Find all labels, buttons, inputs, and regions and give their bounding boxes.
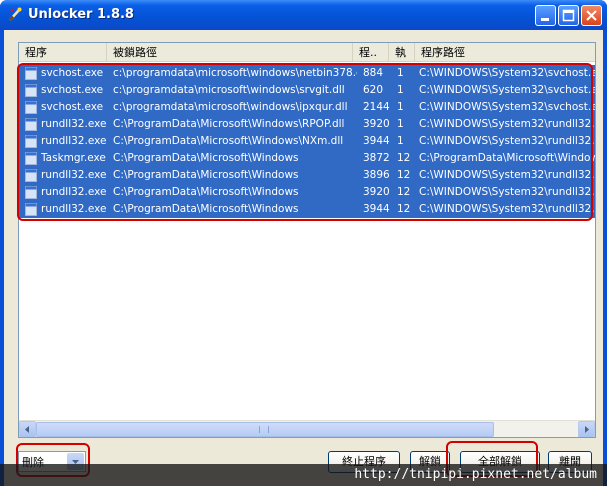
process-name: svchost.exe [41,84,104,96]
locked-path: C:\ProgramData\Microsoft\Windows\RPOP.dl… [113,118,345,130]
session-id: 1 [397,118,404,130]
close-icon [586,10,597,21]
list-header: 程序 被鎖路徑 程.. 執 程序路徑 [19,43,595,62]
session-id: 1 [397,67,404,79]
file-icon [25,169,37,182]
table-row[interactable]: svchost.exe c:\programdata\microsoft\wind… [19,65,595,82]
file-icon [25,67,37,80]
file-icon [25,186,37,199]
process-path: C:\WINDOWS\System32\rundll32.exe [419,118,596,130]
process-path: C:\WINDOWS\System32\rundll32.exe [419,135,596,147]
process-name: rundll32.exe [41,135,107,147]
arrow-left-icon [25,426,29,433]
scroll-right-button[interactable] [578,421,595,437]
app-window: Unlocker 1.8.8 程序 被鎖路徑 程.. 執 程序路徑 svchos… [0,0,607,486]
process-id: 3944 [363,203,390,215]
file-icon [25,101,37,114]
minimize-icon [541,18,549,21]
session-id: 1 [397,84,404,96]
scrollbar-grip-icon [259,426,269,433]
column-header-process[interactable]: 程序 [19,43,107,62]
table-row[interactable]: svchost.exe c:\programdata\microsoft\wind… [19,99,595,116]
process-id: 3896 [363,169,390,181]
process-id: 3920 [363,118,390,130]
process-id: 2144 [363,101,390,113]
process-path: C:\ProgramData\Microsoft\Windows [419,152,596,164]
column-header-locked-path[interactable]: 被鎖路徑 [107,43,353,62]
table-row[interactable]: rundll32.exe C:\ProgramData\Microsoft\Win… [19,167,595,184]
locked-path: C:\ProgramData\Microsoft\Windows [113,169,299,181]
process-id: 3944 [363,135,390,147]
process-name: svchost.exe [41,67,104,79]
process-path: C:\WINDOWS\System32\svchost.exe [419,101,596,113]
file-icon [25,203,37,216]
process-path: C:\WINDOWS\System32\svchost.exe [419,84,596,96]
column-header-session[interactable]: 執 [389,43,415,62]
session-id: 12 [397,186,411,198]
close-button[interactable] [581,5,602,26]
file-icon [25,152,37,165]
arrow-right-icon [585,426,589,433]
table-row[interactable]: rundll32.exe C:\ProgramData\Microsoft\Win… [19,133,595,150]
locked-path: C:\ProgramData\Microsoft\Windows\NXm.dll [113,135,344,147]
table-row[interactable]: rundll32.exe C:\ProgramData\Microsoft\Win… [19,184,595,201]
file-icon [25,84,37,97]
locked-path: c:\programdata\microsoft\windows\netbin3… [113,67,357,79]
process-path: C:\WINDOWS\System32\rundll32.exe [419,203,596,215]
process-path: C:\WINDOWS\System32\svchost.exe [419,67,596,79]
column-header-pid[interactable]: 程.. [353,43,389,62]
minimize-button[interactable] [535,5,556,26]
window-client-area: 程序 被鎖路徑 程.. 執 程序路徑 svchost.exe c:\program… [4,30,603,486]
process-id: 884 [363,67,384,79]
process-name: rundll32.exe [41,118,107,130]
session-id: 12 [397,169,411,181]
table-row[interactable]: rundll32.exe C:\ProgramData\Microsoft\Win… [19,116,595,133]
watermark-banner: http://tnipipi.pixnet.net/album [0,464,607,486]
locked-path: C:\ProgramData\Microsoft\Windows [113,203,299,215]
file-icon [25,135,37,148]
maximize-icon [562,9,575,22]
process-id: 3872 [363,152,390,164]
watermark-text: http://tnipipi.pixnet.net/album [354,467,597,482]
process-name: Taskmgr.exe [41,152,106,164]
maximize-button[interactable] [558,5,579,26]
process-name: rundll32.exe [41,169,107,181]
process-name: rundll32.exe [41,186,107,198]
process-name: svchost.exe [41,101,104,113]
locked-path: C:\ProgramData\Microsoft\Windows [113,186,299,198]
horizontal-scrollbar[interactable] [19,420,595,437]
window-title: Unlocker 1.8.8 [28,7,134,22]
table-row[interactable]: svchost.exe c:\programdata\microsoft\wind… [19,82,595,99]
file-icon [25,118,37,131]
unlocker-wand-icon [9,7,22,21]
session-id: 1 [397,135,404,147]
locked-process-list[interactable]: 程序 被鎖路徑 程.. 執 程序路徑 svchost.exe c:\program… [18,42,596,438]
list-rows: svchost.exe c:\programdata\microsoft\wind… [19,65,595,218]
locked-path: c:\programdata\microsoft\windows\ipxqur.… [113,101,348,113]
table-row[interactable]: rundll32.exe C:\ProgramData\Microsoft\Win… [19,201,595,218]
locked-path: C:\ProgramData\Microsoft\Windows [113,152,299,164]
scroll-left-button[interactable] [19,421,36,437]
session-id: 12 [397,152,411,164]
process-name: rundll32.exe [41,203,107,215]
process-id: 3920 [363,186,390,198]
title-bar[interactable]: Unlocker 1.8.8 [0,0,607,30]
session-id: 12 [397,203,411,215]
process-path: C:\WINDOWS\System32\rundll32.exe [419,169,596,181]
process-id: 620 [363,84,384,96]
locked-path: c:\programdata\microsoft\windows\srvgit.… [113,84,345,96]
scrollbar-thumb[interactable] [36,422,494,437]
process-path: C:\WINDOWS\System32\rundll32.exe [419,186,596,198]
session-id: 1 [397,101,404,113]
table-row[interactable]: Taskmgr.exe C:\ProgramData\Microsoft\Wind… [19,150,595,167]
column-header-process-path[interactable]: 程序路徑 [415,43,595,62]
